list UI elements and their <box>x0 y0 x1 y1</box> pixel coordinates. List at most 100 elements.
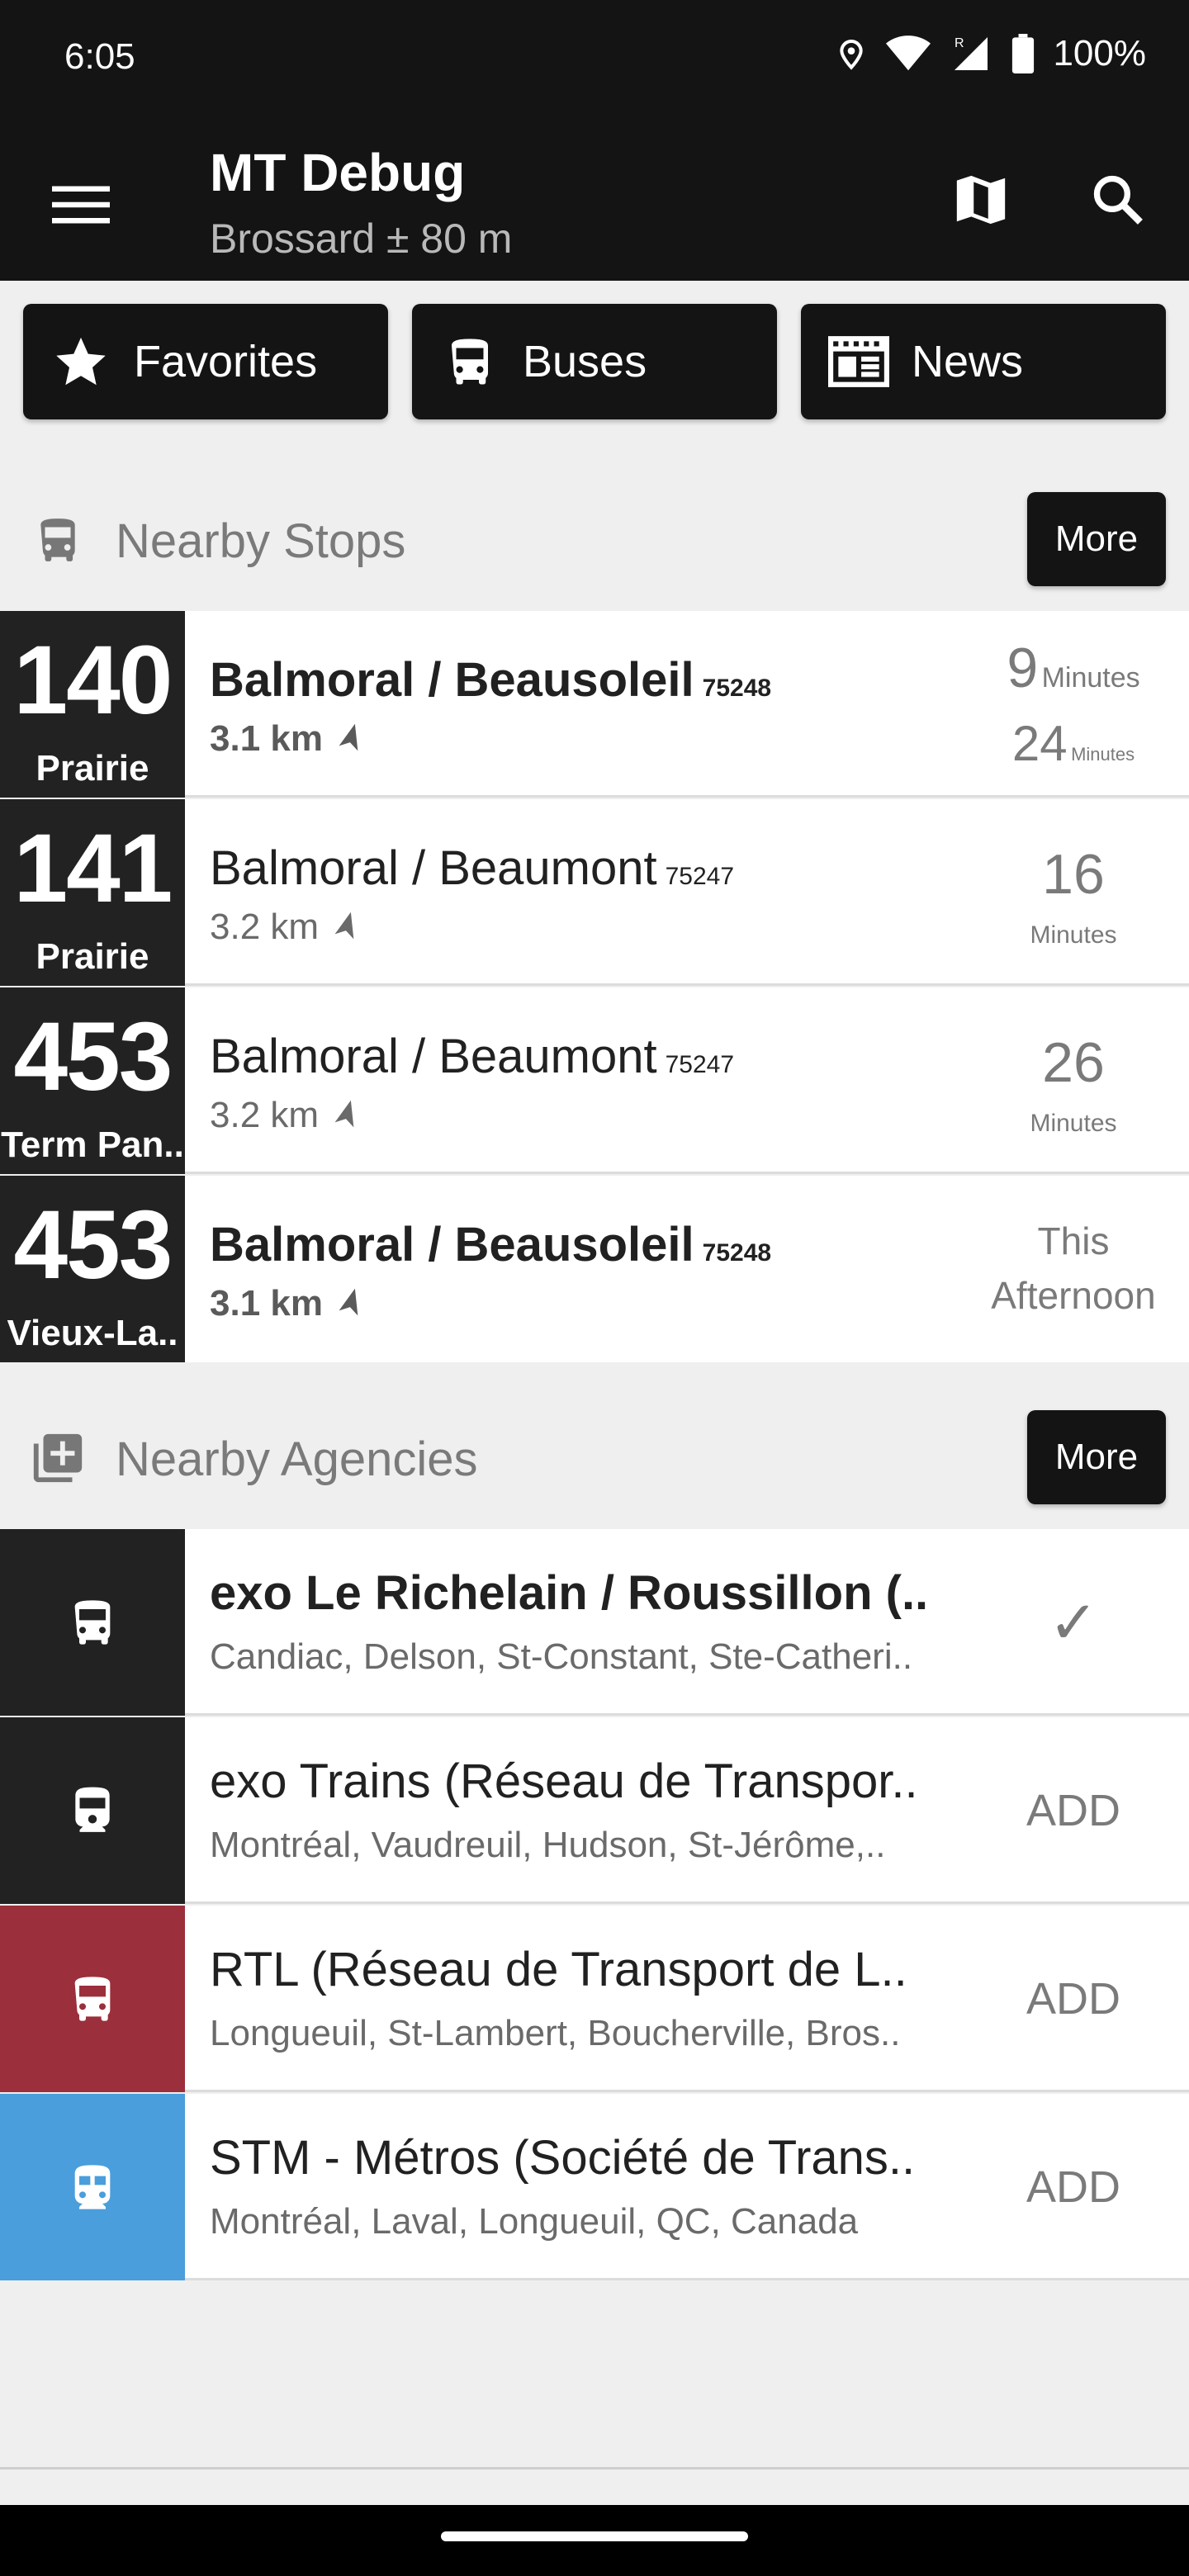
route-destination: Term Pan.. <box>1 1125 184 1165</box>
buses-button[interactable]: Buses <box>412 304 777 419</box>
stop-row[interactable]: 453 Term Pan.. Balmoral / Beaumont 75247 … <box>0 987 1189 1174</box>
compass-arrow-icon <box>334 1100 354 1128</box>
status-bar: 6:05 R 100% <box>0 0 1189 117</box>
stop-code: 75248 <box>702 1239 772 1267</box>
map-button[interactable] <box>941 160 1021 239</box>
agency-row[interactable]: exo Trains (Réseau de Transpor.. Montréa… <box>0 1717 1189 1904</box>
status-time: 6:05 <box>64 36 135 77</box>
bus-icon <box>452 339 488 385</box>
app-toolbar: MT Debug Brossard ± 80 m <box>0 117 1189 281</box>
home-gesture-handle[interactable] <box>441 2531 748 2541</box>
stop-row[interactable]: 140 Prairie Balmoral / Beausoleil 75248 3… <box>0 611 1189 798</box>
status-icons: R 100% <box>835 33 1146 74</box>
stop-code: 75247 <box>665 863 735 890</box>
agency-areas: Montréal, Vaudreuil, Hudson, St-Jérôme,.… <box>210 1825 886 1865</box>
favorites-button[interactable]: Favorites <box>23 304 388 419</box>
agency-badge <box>0 1717 185 1904</box>
compass-arrow-icon <box>339 723 358 751</box>
agency-badge <box>0 1529 185 1716</box>
route-badge: 141 Prairie <box>0 799 185 986</box>
arrival-unit: Minutes <box>1030 921 1117 949</box>
stop-distance: 3.2 km <box>210 1095 363 1136</box>
news-label: News <box>912 337 1024 386</box>
route-number: 453 <box>13 1191 173 1300</box>
battery-icon <box>1012 34 1035 73</box>
agency-row[interactable]: STM - Métros (Société de Trans.. Montréa… <box>0 2094 1189 2280</box>
add-agency-button[interactable]: ADD <box>983 2094 1164 2280</box>
arrival-times: 16 Minutes <box>974 799 1172 986</box>
route-destination: Vieux-La.. <box>7 1313 178 1353</box>
bus-icon <box>40 519 75 561</box>
stop-distance: 3.1 km <box>210 718 367 760</box>
arrival-time: 24 Minutes <box>1011 716 1135 771</box>
route-number: 140 <box>13 626 173 735</box>
nearby-stops-more-button[interactable]: More <box>1027 492 1166 586</box>
agency-areas: Longueuil, St-Lambert, Boucherville, Bro… <box>210 2013 901 2053</box>
location-subtitle: Brossard ± 80 m <box>210 215 513 262</box>
agency-areas: Candiac, Delson, St-Constant, Ste-Cather… <box>210 1636 913 1677</box>
agency-name: STM - Métros (Société de Trans.. <box>210 2131 916 2185</box>
route-badge: 453 Vieux-La.. <box>0 1176 185 1362</box>
bus-icon <box>74 1600 111 1645</box>
nearby-stops-header: Nearby Stops More <box>0 477 1189 601</box>
news-button[interactable]: News <box>801 304 1166 419</box>
add-agency-button[interactable]: ADD <box>983 1906 1164 2092</box>
stop-name: Balmoral / Beausoleil 75248 <box>210 653 772 707</box>
menu-icon <box>52 186 110 224</box>
nearby-agencies-header: Nearby Agencies More <box>0 1395 1189 1519</box>
route-badge: 453 Term Pan.. <box>0 987 185 1174</box>
stop-code: 75247 <box>665 1051 735 1078</box>
arrival-times: 9 Minutes 24 Minutes <box>974 611 1172 798</box>
agency-name: RTL (Réseau de Transport de L.. <box>210 1943 907 1996</box>
wifi-icon <box>886 36 931 71</box>
stop-row[interactable]: 453 Vieux-La.. Balmoral / Beausoleil 7524… <box>0 1176 1189 1362</box>
arrival-time-text: Afternoon <box>991 1274 1156 1317</box>
subway-icon <box>74 2165 111 2209</box>
add-agency-button[interactable]: ADD <box>983 1717 1164 1904</box>
library-add-icon <box>33 1433 83 1483</box>
battery-level: 100% <box>1053 33 1146 73</box>
nearby-stops-title: Nearby Stops <box>116 514 406 568</box>
location-icon <box>840 40 864 70</box>
agency-row[interactable]: RTL (Réseau de Transport de L.. Longueui… <box>0 1906 1189 2092</box>
divider <box>0 2467 1189 2469</box>
stop-distance: 3.1 km <box>210 1283 367 1324</box>
arrival-time-text: This <box>1037 1219 1110 1262</box>
route-destination: Prairie <box>36 936 149 977</box>
arrival-times: 26 Minutes <box>974 987 1172 1174</box>
agency-name: exo Trains (Réseau de Transpor.. <box>210 1754 918 1808</box>
agency-row[interactable]: exo Le Richelain / Roussillon (.. Candia… <box>0 1529 1189 1716</box>
route-badge: 140 Prairie <box>0 611 185 798</box>
route-number: 453 <box>13 1002 173 1111</box>
stop-name: Balmoral / Beausoleil 75248 <box>210 1218 772 1271</box>
nearby-agencies-title: Nearby Agencies <box>116 1432 478 1486</box>
buses-label: Buses <box>523 337 647 386</box>
navigation-bar <box>0 2505 1189 2576</box>
stop-code: 75248 <box>702 675 772 702</box>
agency-added-check[interactable]: ✓ <box>983 1529 1164 1716</box>
arrival-unit: Minutes <box>1030 1110 1117 1137</box>
search-button[interactable] <box>1078 160 1158 239</box>
stop-distance: 3.2 km <box>210 907 363 948</box>
route-destination: Prairie <box>36 748 149 788</box>
stop-name: Balmoral / Beaumont 75247 <box>210 841 735 895</box>
nearby-agencies-more-button[interactable]: More <box>1027 1410 1166 1504</box>
arrival-times: This Afternoon <box>974 1176 1172 1362</box>
agency-badge <box>0 2094 185 2280</box>
route-number: 141 <box>13 814 173 923</box>
compass-arrow-icon <box>334 912 354 940</box>
agency-areas: Montréal, Laval, Longueuil, QC, Canada <box>210 2201 859 2242</box>
favorites-label: Favorites <box>134 337 318 386</box>
svg-text:R: R <box>955 36 964 50</box>
search-icon <box>1093 175 1143 225</box>
train-icon <box>75 1787 110 1832</box>
menu-button[interactable] <box>41 165 121 244</box>
compass-arrow-icon <box>339 1288 358 1316</box>
arrival-time: 9 Minutes <box>1007 637 1140 699</box>
bus-icon <box>74 1977 111 2021</box>
map-icon <box>956 175 1006 225</box>
stop-row[interactable]: 141 Prairie Balmoral / Beaumont 75247 3.2… <box>0 799 1189 986</box>
stop-name: Balmoral / Beaumont 75247 <box>210 1030 735 1083</box>
agency-badge <box>0 1906 185 2092</box>
app-title: MT Debug <box>210 143 466 202</box>
